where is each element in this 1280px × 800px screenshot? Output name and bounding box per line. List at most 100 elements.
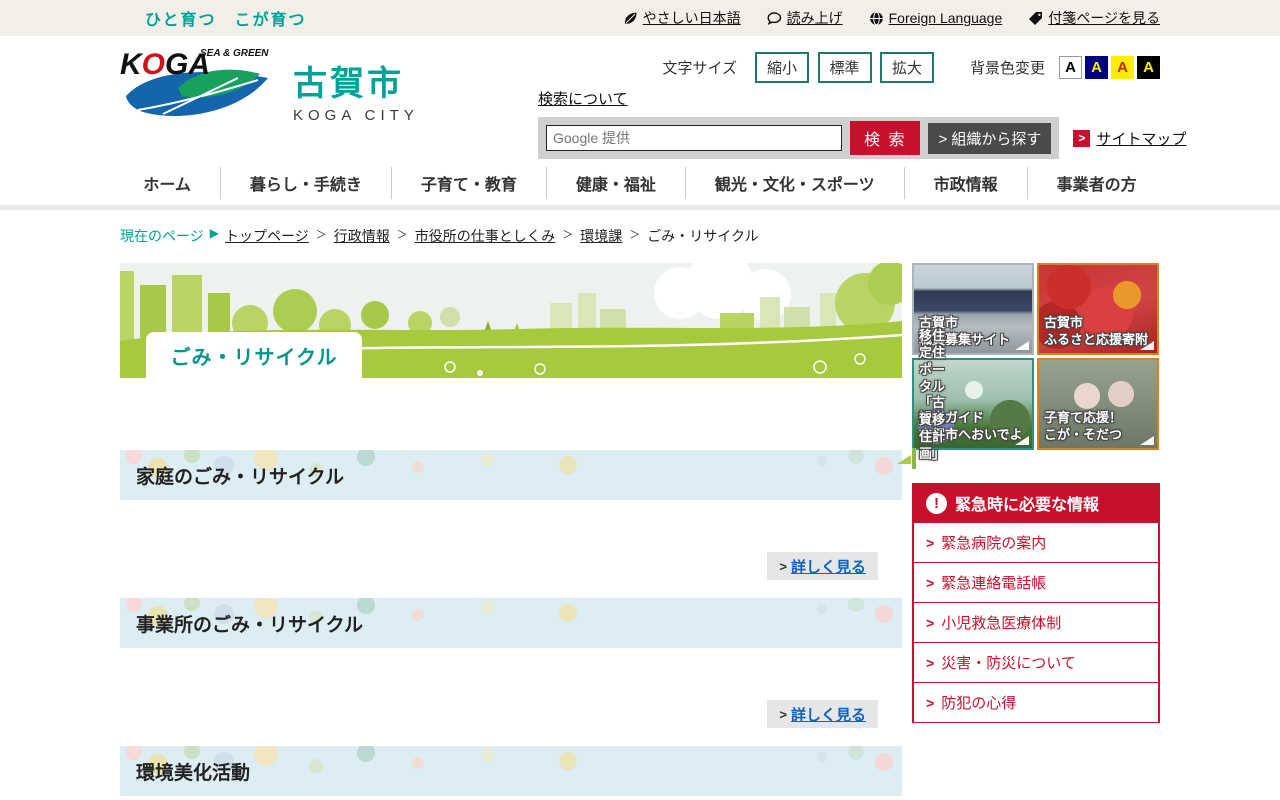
chevron-right-icon: > — [926, 574, 935, 591]
link-label: 読み上げ — [786, 10, 843, 26]
search-input[interactable] — [546, 125, 842, 151]
svg-text:KOGA: KOGA — [120, 48, 210, 81]
nav-item-business[interactable]: 事業者の方 — [1028, 167, 1166, 199]
about-search-link[interactable]: 検索について — [538, 88, 628, 109]
emergency-link-hospitals[interactable]: > 緊急病院の案内 — [914, 523, 1158, 563]
emergency-link-crime-prevention[interactable]: > 防犯の心得 — [914, 683, 1158, 723]
emergency-header: ! 緊急時に必要な情報 — [912, 483, 1160, 523]
page: ひと育つ こが育つ やさしい日本語 読み上げ Foreign Language — [0, 0, 1280, 800]
logo-k: K — [120, 48, 144, 81]
nav-item-living[interactable]: 暮らし・手続き — [221, 166, 392, 199]
find-by-organization-button[interactable]: > 組織から探す — [928, 122, 1052, 154]
nav-item-city-info[interactable]: 市政情報 — [905, 166, 1028, 199]
link-label: 付箋ページを見る — [1048, 10, 1160, 26]
banner-arrow-icon — [1015, 436, 1029, 445]
font-size-large-button[interactable]: 拡大 — [879, 52, 934, 83]
nav-item-health[interactable]: 健康・福祉 — [547, 166, 686, 199]
read-aloud-link[interactable]: 読み上げ — [767, 8, 843, 28]
banner-grid: 古賀市 職員募集サイト 古賀市 ふるさと応援寄附 観光ガイド 古賀市へおいでよ 子育て… — [912, 263, 1160, 450]
banner-arrow-icon — [1140, 436, 1154, 445]
breadcrumb-link-top[interactable]: トップページ — [225, 226, 309, 246]
koga-logo-graphic: KOGA SEA & GREEN — [118, 44, 283, 135]
emergency-list: > 緊急病院の案内 > 緊急連絡電話帳 > 小児救急医療体制 > 災害・防災につ… — [912, 523, 1160, 723]
chevron-right-icon: > — [779, 706, 787, 722]
link-label: やさしい日本語 — [642, 10, 741, 26]
breadcrumb-separator: ＞ — [396, 229, 408, 241]
bg-color-swatches: A A A A — [1059, 56, 1160, 79]
font-size-normal-button[interactable]: 標準 — [817, 52, 872, 83]
emergency-title: 緊急時に必要な情報 — [955, 497, 1100, 514]
sitemap-link[interactable]: > サイトマップ — [1073, 128, 1186, 149]
section-title: 家庭のごみ・リサイクル — [136, 466, 345, 488]
tag-icon — [1028, 11, 1043, 26]
nav-item-childcare[interactable]: 子育て・教育 — [392, 166, 547, 199]
exclamation-icon: ! — [926, 492, 947, 514]
section-business-waste: 事業所のごみ・リサイクル — [120, 598, 902, 648]
logo-city-name: 古賀市 KOGA CITY — [293, 56, 419, 124]
main-nav: ホーム 暮らし・手続き 子育て・教育 健康・福祉 観光・文化・スポーツ 市政情報… — [0, 160, 1280, 210]
bg-navy-swatch[interactable]: A — [1085, 56, 1108, 79]
banner-migration-portal[interactable]: 移住定住ポータル「古賀移住計画」 — [897, 328, 945, 469]
sitemap-label: サイトマップ — [1096, 130, 1187, 148]
section-title: 環境美化活動 — [136, 762, 251, 784]
banner-arrow-icon — [1015, 341, 1029, 350]
font-size-buttons: 縮小 標準 拡大 — [751, 52, 934, 83]
koga-city-logo[interactable]: KOGA SEA & GREEN 古賀市 KOGA CITY — [118, 44, 419, 135]
logo-o: O — [142, 48, 165, 81]
main-column: ごみ・リサイクル 家庭のごみ・リサイクル > 詳しく見る 事業所のごみ・リサイク… — [120, 263, 902, 796]
emergency-info-box: ! 緊急時に必要な情報 > 緊急病院の案内 > 緊急連絡電話帳 > 小児救急医療… — [912, 483, 1160, 723]
city-name-en: KOGA CITY — [293, 106, 419, 124]
breadcrumb-link-cityhall[interactable]: 市役所の仕事としくみ — [415, 226, 556, 246]
emergency-item-label: 緊急連絡電話帳 — [941, 575, 1047, 592]
leaf-icon — [623, 11, 638, 26]
nav-item-home[interactable]: ホーム — [114, 166, 221, 199]
emergency-item-label: 小児救急医療体制 — [941, 615, 1062, 632]
breadcrumb-separator: ＞ — [629, 229, 641, 241]
breadcrumb-label: 現在のページ — [120, 228, 204, 244]
breadcrumb-link-admin[interactable]: 行政情報 — [334, 226, 390, 246]
foreign-language-link[interactable]: Foreign Language — [869, 10, 1003, 26]
topbar-links: やさしい日本語 読み上げ Foreign Language 付箋ページを見る — [623, 8, 1160, 28]
easy-japanese-link[interactable]: やさしい日本語 — [623, 8, 741, 28]
font-size-label: 文字サイズ — [662, 60, 738, 77]
chevron-right-icon: > — [926, 694, 935, 711]
emergency-link-disaster[interactable]: > 災害・防災について — [914, 643, 1158, 683]
bg-color-label: 背景色変更 — [969, 60, 1045, 77]
accessibility-controls: 文字サイズ 縮小 標準 拡大 背景色変更 A A A A — [662, 52, 1160, 83]
emergency-link-pediatric[interactable]: > 小児救急医療体制 — [914, 603, 1158, 643]
logo-tagline: SEA & GREEN — [200, 48, 269, 59]
header: KOGA SEA & GREEN 古賀市 KOGA CITY 文字サイズ 縮小 … — [0, 36, 1280, 160]
household-more-link[interactable]: > 詳しく見る — [767, 552, 878, 580]
bookmark-pages-link[interactable]: 付箋ページを見る — [1028, 8, 1160, 28]
link-label: Foreign Language — [888, 10, 1003, 26]
banner-furusato-donation[interactable]: 古賀市 ふるさと応援寄附 — [1037, 263, 1159, 355]
bg-yellow-swatch[interactable]: A — [1111, 56, 1134, 79]
page-title: ごみ・リサイクル — [146, 332, 362, 378]
font-size-small-button[interactable]: 縮小 — [755, 52, 810, 83]
search-area: 検索について 検 索 > 組織から探す > サイトマップ — [538, 88, 1186, 159]
speech-bubble-icon — [767, 11, 782, 26]
breadcrumb-separator: ＞ — [315, 229, 327, 241]
breadcrumb: 現在のページ ▶ トップページ ＞ 行政情報 ＞ 市役所の仕事としくみ ＞ 環境… — [120, 210, 1160, 263]
nav-item-tourism[interactable]: 観光・文化・スポーツ — [686, 166, 905, 199]
banner-childcare-support[interactable]: 子育て応援！ こが・そだつ — [1037, 358, 1159, 450]
breadcrumb-arrow-icon: ▶ — [209, 226, 219, 240]
business-more-link[interactable]: > 詳しく見る — [767, 700, 878, 728]
section-title: 事業所のごみ・リサイクル — [136, 614, 364, 636]
bg-black-swatch[interactable]: A — [1137, 56, 1160, 79]
section-household-waste: 家庭のごみ・リサイクル — [120, 450, 902, 500]
chevron-right-icon: > — [926, 614, 935, 631]
emergency-link-phonebook[interactable]: > 緊急連絡電話帳 — [914, 563, 1158, 603]
breadcrumb-link-environment[interactable]: 環境課 — [580, 226, 622, 246]
chevron-right-icon: > — [926, 534, 935, 551]
more-label: 詳しく見る — [790, 558, 866, 576]
bg-white-swatch[interactable]: A — [1059, 56, 1082, 79]
emergency-item-label: 防犯の心得 — [941, 695, 1017, 712]
more-label: 詳しく見る — [790, 706, 866, 724]
city-name-jp: 古賀市 — [293, 64, 404, 103]
page-banner: ごみ・リサイクル — [120, 263, 902, 378]
banner-arrow-icon — [1140, 341, 1154, 350]
breadcrumb-separator: ＞ — [562, 229, 574, 241]
search-button[interactable]: 検 索 — [850, 121, 921, 155]
